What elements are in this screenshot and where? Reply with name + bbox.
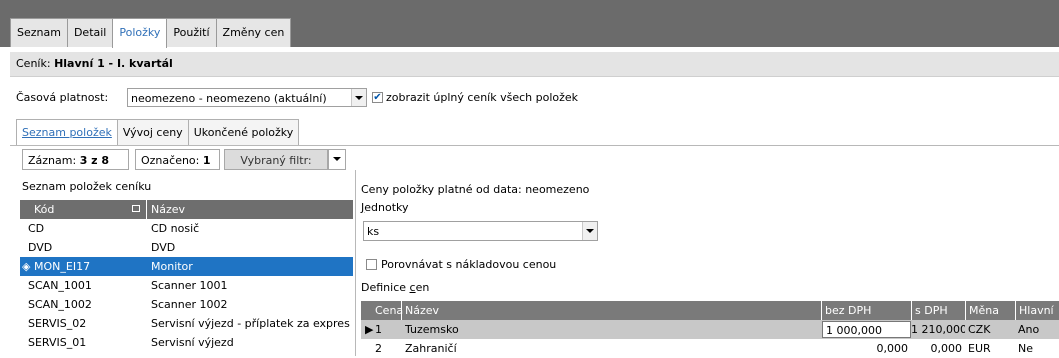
table-row[interactable]: SCAN_1002 Scanner 1002	[20, 295, 353, 314]
column-header-hlavni[interactable]: Hlavní	[1015, 301, 1059, 320]
validity-value: neomezeno - neomezeno (aktuální)	[131, 92, 327, 105]
main-tabs: Seznam Detail Položky Použití Změny cen	[10, 18, 292, 48]
table-row[interactable]: CD CD nosič	[20, 219, 353, 238]
filter-button[interactable]: Vybraný filtr:	[224, 149, 328, 170]
subtab-divider	[10, 145, 1059, 146]
page-title: Hlavní 1 - I. kvartál	[54, 57, 173, 70]
list-title: Seznam položek ceníku	[22, 180, 152, 193]
price-row-selected[interactable]: ▶ 1 Tuzemsko 1 000,000 1 210,000 CZK Ano	[361, 320, 1059, 339]
chevron-down-icon[interactable]	[351, 89, 366, 106]
table-row[interactable]: SERVIS_02 Servisní výjezd - příplatek za…	[20, 314, 353, 333]
row-pointer-icon: ▶	[365, 323, 374, 336]
tab-detail[interactable]: Detail	[66, 18, 114, 47]
validity-label: Časová platnost:	[16, 91, 109, 104]
price-edit-input[interactable]: 1 000,000	[822, 321, 911, 338]
price-grid: Cena Název bez DPH s DPH Měna Hlavní ▶ 1…	[361, 301, 1059, 356]
table-row-selected[interactable]: ◈ MON_EI17 Monitor	[20, 257, 353, 276]
items-list: Kód Název CD CD nosič DVD DVD ◈ MON_EI17…	[20, 200, 353, 356]
units-label: Jednotky	[361, 201, 409, 214]
subtab-seznam-polozek[interactable]: Seznam položek	[16, 119, 118, 146]
compare-cost-label: Porovnávat s nákladovou cenou	[381, 258, 557, 271]
price-definition-label: Definice cen	[361, 281, 430, 294]
tab-zmeny-cen[interactable]: Změny cen	[215, 18, 292, 47]
column-header-mena[interactable]: Měna	[965, 301, 1019, 320]
table-row[interactable]: SCAN_1001 Scanner 1001	[20, 276, 353, 295]
column-header-nazev[interactable]: Název	[401, 301, 825, 320]
subtab-vyvoj-ceny[interactable]: Vývoj ceny	[116, 119, 189, 146]
column-chooser-icon[interactable]	[132, 205, 140, 212]
marked-counter: Označeno: 1	[135, 149, 220, 170]
price-grid-header: Cena Název bez DPH s DPH Měna Hlavní	[361, 301, 1059, 320]
price-row[interactable]: 2 Zahraničí 0,000 0,000 EUR Ne	[361, 339, 1059, 358]
price-list-title-bar: Ceník: Hlavní 1 - I. kvartál	[10, 52, 1059, 77]
subtab-ukoncene-polozky[interactable]: Ukončené položky	[187, 119, 300, 146]
full-pricelist-checkbox[interactable]: ✔	[372, 92, 383, 103]
tab-polozky[interactable]: Položky	[112, 18, 168, 48]
prices-valid-from: Ceny položky platné od data: neomezeno	[361, 183, 590, 196]
validity-select[interactable]: neomezeno - neomezeno (aktuální)	[127, 88, 367, 107]
column-header-kod[interactable]: Kód	[34, 200, 144, 219]
filter-dropdown[interactable]	[328, 149, 346, 170]
column-header-s-dph[interactable]: s DPH	[911, 301, 969, 320]
column-header-bez-dph[interactable]: bez DPH	[821, 301, 915, 320]
tab-seznam[interactable]: Seznam	[10, 18, 68, 47]
record-counter: Záznam: 3 z 8	[22, 149, 129, 170]
units-value: ks	[367, 225, 380, 238]
compare-cost-checkbox[interactable]	[366, 259, 377, 270]
title-prefix: Ceník:	[16, 57, 55, 70]
units-select[interactable]: ks	[363, 221, 598, 241]
sub-tabs: Seznam položek Vývoj ceny Ukončené polož…	[16, 119, 300, 146]
table-row[interactable]: SERVIS_01 Servisní výjezd	[20, 333, 353, 352]
chevron-down-icon	[330, 150, 344, 167]
row-pointer-icon: ◈	[22, 260, 31, 273]
chevron-down-icon[interactable]	[582, 222, 597, 240]
tab-pouziti[interactable]: Použití	[166, 18, 217, 47]
list-header: Kód Název	[20, 200, 353, 219]
panel-splitter[interactable]	[355, 170, 356, 356]
table-row[interactable]: DVD DVD	[20, 238, 353, 257]
full-pricelist-label: zobrazit úplný ceník všech položek	[386, 91, 579, 104]
column-header-nazev[interactable]: Název	[146, 200, 358, 219]
